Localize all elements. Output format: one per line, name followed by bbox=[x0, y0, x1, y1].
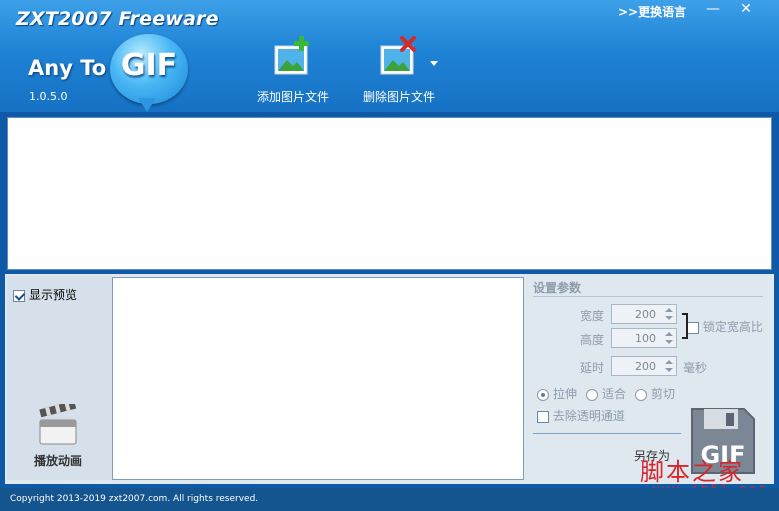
width-down-icon[interactable] bbox=[665, 316, 673, 320]
settings-divider-bottom bbox=[533, 433, 681, 434]
height-label: 高度 bbox=[580, 333, 605, 347]
mode-crop-option[interactable]: 剪切 bbox=[635, 385, 675, 402]
width-label: 宽度 bbox=[580, 309, 605, 323]
copyright-text: Copyright 2013-2019 zxt2007.com. All rig… bbox=[10, 494, 259, 504]
add-image-button[interactable]: 添加图片文件 bbox=[248, 36, 338, 106]
delay-value: 200 bbox=[635, 360, 656, 373]
height-down-icon[interactable] bbox=[665, 340, 673, 344]
gif-preview-area bbox=[112, 277, 524, 480]
mode-stretch-label: 拉伸 bbox=[553, 387, 578, 401]
remove-alpha-label: 去除透明通道 bbox=[552, 409, 625, 423]
delay-label: 延时 bbox=[580, 361, 605, 375]
mode-crop-radio[interactable] bbox=[635, 388, 647, 401]
width-value: 200 bbox=[635, 308, 656, 321]
lock-ratio-checkbox[interactable] bbox=[687, 321, 699, 334]
delay-down-icon[interactable] bbox=[665, 368, 673, 372]
gif-logo-text: GIF bbox=[120, 48, 178, 83]
height-up-icon[interactable] bbox=[665, 332, 673, 336]
lock-ratio-label: 锁定宽高比 bbox=[702, 320, 763, 334]
mode-fit-radio[interactable] bbox=[586, 388, 598, 401]
play-animation-clapper-icon[interactable] bbox=[38, 404, 78, 446]
minimize-button[interactable]: — bbox=[697, 0, 729, 18]
delete-image-label: 删除图片文件 bbox=[362, 90, 435, 104]
change-language-link[interactable]: >>更换语言 bbox=[618, 3, 686, 20]
gif-logo-tail bbox=[138, 98, 156, 112]
height-value: 100 bbox=[635, 332, 656, 345]
image-file-list[interactable] bbox=[7, 117, 772, 270]
lock-ratio-toggle[interactable]: 锁定宽高比 bbox=[687, 318, 763, 335]
any-to-label: Any To bbox=[28, 56, 107, 80]
version-label: 1.0.5.0 bbox=[29, 90, 68, 103]
show-preview-toggle[interactable]: 显示预览 bbox=[13, 286, 77, 303]
add-image-label: 添加图片文件 bbox=[256, 90, 329, 104]
close-button[interactable]: ✕ bbox=[730, 0, 762, 18]
mode-stretch-option[interactable]: 拉伸 bbox=[537, 385, 577, 402]
lock-ratio-bracket bbox=[682, 313, 688, 339]
brand-title: ZXT2007 Freeware bbox=[16, 8, 219, 30]
delete-dropdown-chevron-down-icon[interactable] bbox=[430, 61, 438, 66]
delay-unit: 毫秒 bbox=[683, 361, 708, 375]
add-image-icon bbox=[274, 36, 309, 75]
delete-image-button[interactable]: 删除图片文件 bbox=[354, 36, 444, 106]
settings-divider bbox=[533, 296, 763, 297]
play-animation-button[interactable]: 播放动画 bbox=[18, 452, 98, 469]
delay-stepper[interactable]: 200 bbox=[611, 356, 677, 376]
mode-stretch-radio[interactable] bbox=[537, 388, 549, 401]
mode-fit-option[interactable]: 适合 bbox=[586, 385, 626, 402]
delete-image-icon bbox=[380, 36, 416, 75]
preview-sidebar bbox=[7, 276, 112, 480]
remove-alpha-checkbox[interactable] bbox=[537, 410, 549, 423]
mode-fit-label: 适合 bbox=[602, 387, 627, 401]
remove-alpha-toggle[interactable]: 去除透明通道 bbox=[537, 407, 625, 424]
status-bar: Copyright 2013-2019 zxt2007.com. All rig… bbox=[0, 488, 779, 511]
settings-title: 设置参数 bbox=[533, 281, 582, 295]
mode-crop-label: 剪切 bbox=[651, 387, 676, 401]
width-stepper[interactable]: 200 bbox=[611, 304, 677, 324]
show-preview-label: 显示预览 bbox=[29, 288, 78, 302]
show-preview-checkbox[interactable] bbox=[13, 289, 25, 302]
width-up-icon[interactable] bbox=[665, 308, 673, 312]
height-stepper[interactable]: 100 bbox=[611, 328, 677, 348]
delay-up-icon[interactable] bbox=[665, 360, 673, 364]
